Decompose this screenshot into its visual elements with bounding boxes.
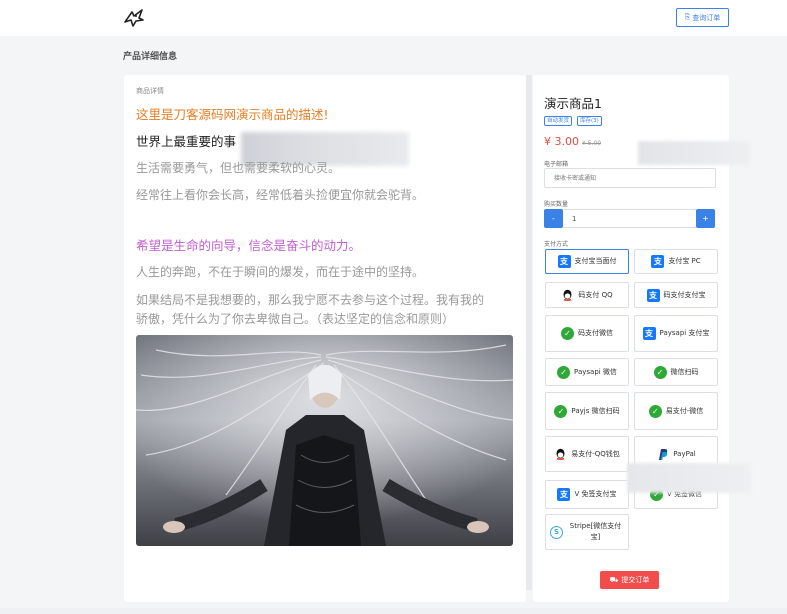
payment-label: 码支付微信	[578, 329, 613, 337]
page-title: 产品详细信息	[123, 52, 178, 62]
payment-label: Payjs 微信扫码	[571, 406, 620, 415]
payment-label: 码支付 QQ	[578, 290, 613, 299]
description-line: 希望是生命的向导，信念是奋斗的动力。	[136, 238, 362, 253]
submit-order-button[interactable]: ⛟ 提交订单	[600, 571, 659, 589]
wechat-icon: ✓	[653, 365, 667, 379]
description-line: 世界上最重要的事	[136, 134, 237, 149]
description-line: 骄傲，凭什么为了你去卑微自己。（表达坚定的信念和原则）	[136, 312, 455, 326]
payment-option[interactable]: ✓ 码支付微信	[545, 315, 629, 352]
quantity-label: 购买数量	[544, 201, 569, 208]
payment-option[interactable]: 支 V 免签支付宝	[545, 480, 629, 509]
wechat-icon: ✓	[554, 404, 568, 418]
qq-icon	[554, 448, 567, 461]
alipay-icon: 支	[557, 255, 571, 268]
original-price: ¥ 5.00	[582, 140, 602, 147]
alipay-icon: 支	[642, 327, 656, 340]
footer-strip	[0, 608, 787, 614]
stripe-icon: S	[550, 525, 563, 539]
query-order-label: 查询订单	[692, 13, 721, 22]
product-detail-card: 商品详情 这里是刀客源码网演示商品的描述! 世界上最重要的事 生活需要勇气，但也…	[124, 75, 526, 602]
payment-option[interactable]: 支 码支付支付宝	[634, 282, 718, 308]
wechat-icon: ✓	[557, 365, 571, 379]
alipay-icon: 支	[646, 288, 660, 302]
description-line: 生活需要勇气，但也需要柔软的心灵。	[136, 161, 341, 175]
payment-label: 微信扫码	[670, 367, 699, 376]
wechat-icon: ✓	[648, 404, 662, 418]
alipay-icon: 支	[651, 255, 665, 268]
top-navbar: ⎘ 查询订单	[0, 0, 787, 36]
quantity-increment-button[interactable]: +	[696, 209, 715, 228]
description-line: 人生的奔跑，不在于瞬间的爆发，而在于途中的坚持。	[136, 265, 425, 279]
payment-option[interactable]: 易支付-QQ钱包	[545, 436, 629, 472]
cart-icon: ⛟	[609, 575, 619, 584]
payment-option[interactable]: ✓ Payjs 微信扫码	[545, 392, 629, 430]
payment-option[interactable]: 支 Paysapi 支付宝	[634, 315, 718, 352]
description-line: 这里是刀客源码网演示商品的描述!	[136, 107, 329, 122]
alipay-icon: 支	[557, 488, 571, 501]
payment-option[interactable]: ✓ 易支付-微信	[634, 392, 718, 430]
submit-order-label: 提交订单	[621, 576, 650, 584]
quantity-decrement-button[interactable]: -	[544, 209, 563, 228]
payment-label: 支付宝当面付	[574, 257, 617, 265]
logo-icon[interactable]	[122, 7, 146, 29]
payment-label: 易支付-QQ钱包	[571, 449, 620, 458]
payment-option[interactable]: 码支付 QQ	[545, 282, 629, 308]
product-price: ¥ 3.00	[544, 135, 579, 148]
blurred-region	[627, 463, 751, 493]
payment-label: 码支付支付宝	[663, 290, 706, 299]
payment-label: 支付宝 PC	[668, 257, 701, 265]
quantity-input[interactable]	[563, 209, 696, 228]
product-name: 演示商品1	[544, 96, 602, 111]
payment-label: V 免签支付宝	[574, 490, 617, 498]
payment-label: Paysapi 微信	[574, 367, 617, 376]
payment-option[interactable]: 支 支付宝 PC	[634, 249, 718, 274]
payment-label: PayPal	[673, 449, 696, 458]
payment-option[interactable]: ✓ 微信扫码	[634, 358, 718, 386]
description-line: 如果结局不是我想要的，那么我宁愿不去参与这个过程。我有我的	[136, 293, 485, 307]
description-line: 经常往上看你会长高，经常低着头捡便宜你就会驼背。	[136, 188, 425, 202]
detail-label: 商品详情	[136, 87, 164, 95]
paypal-icon	[656, 448, 669, 461]
payment-label: 易支付-微信	[665, 406, 704, 415]
payment-option[interactable]: S Stripe[微信支付宝]	[545, 514, 629, 550]
payment-label: Paysapi 支付宝	[659, 329, 710, 337]
stock-badge: 库存(3)	[577, 116, 602, 126]
payment-option[interactable]: 支 支付宝当面付	[545, 249, 629, 274]
email-label: 电子邮箱	[544, 161, 569, 168]
qq-icon	[561, 289, 574, 302]
search-doc-icon: ⎘	[684, 13, 691, 21]
payment-method-label: 支付方式	[544, 241, 569, 248]
payment-label: Stripe[微信支付宝]	[569, 522, 622, 541]
auto-delivery-badge: 自动发货	[544, 116, 573, 126]
email-field[interactable]	[544, 168, 716, 188]
product-image	[136, 335, 513, 546]
scrollbar[interactable]	[526, 75, 532, 590]
query-order-button[interactable]: ⎘ 查询订单	[676, 8, 729, 27]
wechat-icon: ✓	[561, 327, 574, 340]
blurred-region	[638, 141, 750, 165]
payment-option[interactable]: ✓ Paysapi 微信	[545, 358, 629, 386]
